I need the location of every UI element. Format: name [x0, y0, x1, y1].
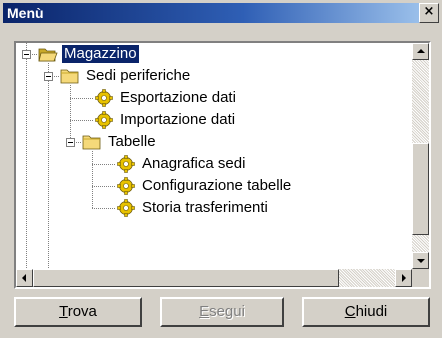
tree-item-esportazione-dati[interactable]: Esportazione dati — [94, 87, 238, 109]
tree-item-label: Magazzino — [61, 44, 140, 64]
scroll-up-button[interactable] — [412, 43, 429, 60]
tree-item-label: Anagrafica sedi — [142, 155, 246, 172]
scroll-down-button[interactable] — [412, 252, 429, 269]
vertical-scrollbar[interactable] — [412, 43, 429, 269]
tree-item-anagrafica-sedi[interactable]: Anagrafica sedi — [116, 153, 247, 175]
close-icon: × — [423, 4, 435, 19]
folder-icon — [82, 135, 101, 150]
tree-item-sedi-periferiche[interactable]: Sedi periferiche — [60, 65, 192, 87]
tree-item-label: Sedi periferiche — [86, 67, 191, 84]
trova-label: rova — [67, 303, 97, 320]
folder-open-icon — [38, 48, 58, 62]
gear-icon — [95, 111, 113, 129]
horizontal-scroll-thumb[interactable] — [33, 269, 339, 287]
arrow-down-icon — [417, 259, 425, 263]
trova-mnemonic: T — [59, 303, 68, 320]
scroll-right-button[interactable] — [395, 269, 412, 287]
tree-view[interactable]: Magazzino Sedi periferiche Esportazione … — [16, 43, 412, 269]
folder-icon — [60, 69, 79, 84]
scrollbar-corner — [412, 269, 429, 287]
collapse-sedi-toggle[interactable] — [44, 72, 53, 81]
esegui-label: segui — [209, 303, 245, 320]
arrow-up-icon — [417, 49, 425, 53]
chiudi-button[interactable]: Chiudi — [302, 297, 430, 327]
chiudi-mnemonic: C — [344, 303, 356, 320]
tree-item-label: Tabelle — [108, 133, 156, 150]
esegui-button[interactable]: Esegui — [160, 297, 284, 327]
tree-item-label: Esportazione dati — [120, 89, 236, 106]
gear-icon — [117, 199, 135, 217]
scroll-left-button[interactable] — [16, 269, 33, 287]
gear-icon — [95, 89, 113, 107]
tree-item-label: Storia trasferimenti — [142, 199, 268, 216]
tree-item-importazione-dati[interactable]: Importazione dati — [94, 109, 237, 131]
arrow-right-icon — [402, 274, 406, 282]
esegui-mnemonic: E — [199, 303, 210, 320]
chiudi-label: hiudi — [355, 303, 388, 320]
tree-item-label: Importazione dati — [120, 111, 236, 128]
tree-item-label: Configurazione tabelle — [142, 177, 292, 194]
collapse-tabelle-toggle[interactable] — [66, 138, 75, 147]
close-button[interactable]: × — [419, 3, 439, 23]
horizontal-scrollbar[interactable] — [16, 269, 412, 287]
tree-view-panel: Magazzino Sedi periferiche Esportazione … — [14, 41, 431, 289]
arrow-left-icon — [22, 274, 26, 282]
tree-item-tabelle[interactable]: Tabelle — [82, 131, 158, 153]
gear-icon — [117, 177, 135, 195]
window-title: Menù — [7, 5, 44, 21]
tree-item-magazzino[interactable]: Magazzino — [38, 43, 140, 65]
vertical-scroll-thumb[interactable] — [412, 143, 429, 235]
trova-button[interactable]: Trova — [14, 297, 142, 327]
tree-item-configurazione-tabelle[interactable]: Configurazione tabelle — [116, 175, 293, 197]
gear-icon — [117, 155, 135, 173]
tree-item-storia-trasferimenti[interactable]: Storia trasferimenti — [116, 197, 270, 219]
title-bar[interactable]: Menù × — [3, 3, 439, 23]
menu-window: Menù × Magazzino Sedi periferiche Esport… — [0, 0, 442, 338]
collapse-magazzino-toggle[interactable] — [22, 50, 31, 59]
